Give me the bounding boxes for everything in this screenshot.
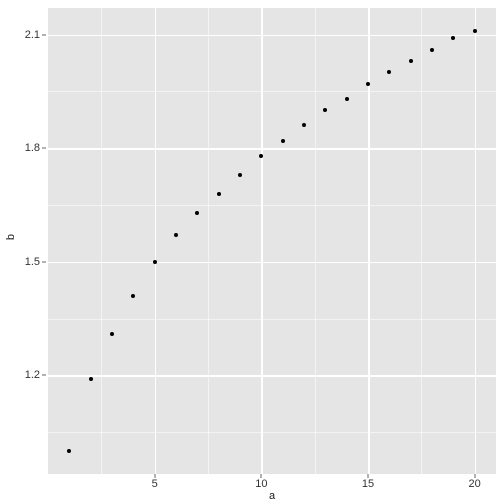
x-tick-label: 15 xyxy=(362,478,374,490)
data-point xyxy=(473,29,477,33)
data-point xyxy=(238,173,242,177)
grid-line-v-minor xyxy=(315,8,316,474)
grid-line-v-major xyxy=(475,8,477,474)
y-tick-label: 2.1 xyxy=(25,29,40,41)
grid-line-v-minor xyxy=(421,8,422,474)
data-point xyxy=(217,192,221,196)
x-tick-label: 5 xyxy=(152,478,158,490)
y-tick-mark xyxy=(42,34,46,35)
data-point xyxy=(281,139,285,143)
grid-line-h-major xyxy=(48,375,496,377)
y-axis-ticks: 1.2 1.5 1.8 2.1 xyxy=(18,8,46,474)
grid-line-v-major xyxy=(155,8,157,474)
data-point xyxy=(153,260,157,264)
grid-line-h-major xyxy=(48,262,496,264)
grid-line-v-major xyxy=(261,8,263,474)
data-point xyxy=(366,82,370,86)
data-point xyxy=(67,449,71,453)
grid-line-h-minor xyxy=(48,432,496,433)
y-tick-label: 1.5 xyxy=(25,256,40,268)
data-point xyxy=(430,48,434,52)
y-tick-label: 1.2 xyxy=(25,369,40,381)
y-axis-title: b xyxy=(4,0,18,474)
data-point xyxy=(409,59,413,63)
y-tick-mark xyxy=(42,148,46,149)
grid-line-h-minor xyxy=(48,205,496,206)
grid-line-v-minor xyxy=(101,8,102,474)
data-point xyxy=(451,36,455,40)
data-point xyxy=(302,123,306,127)
grid-line-h-major xyxy=(48,148,496,150)
data-point xyxy=(345,97,349,101)
grid-line-v-major xyxy=(368,8,370,474)
data-point xyxy=(174,233,178,237)
grid-line-h-minor xyxy=(48,91,496,92)
x-axis-title: a xyxy=(48,490,496,504)
data-point xyxy=(387,70,391,74)
data-point xyxy=(323,108,327,112)
data-point xyxy=(195,211,199,215)
data-point xyxy=(131,294,135,298)
x-axis-ticks: 5 10 15 20 xyxy=(48,474,496,490)
y-tick-mark xyxy=(42,261,46,262)
data-point xyxy=(89,377,93,381)
data-point xyxy=(110,332,114,336)
y-tick-mark xyxy=(42,375,46,376)
x-tick-label: 10 xyxy=(255,478,267,490)
scatter-chart: b 1.2 1.5 1.8 2.1 5 10 15 20 a xyxy=(0,0,504,504)
grid-line-h-major xyxy=(48,35,496,37)
grid-line-h-minor xyxy=(48,319,496,320)
x-tick-label: 20 xyxy=(469,478,481,490)
y-tick-label: 1.8 xyxy=(25,142,40,154)
plot-panel xyxy=(48,8,496,474)
grid-line-v-minor xyxy=(208,8,209,474)
